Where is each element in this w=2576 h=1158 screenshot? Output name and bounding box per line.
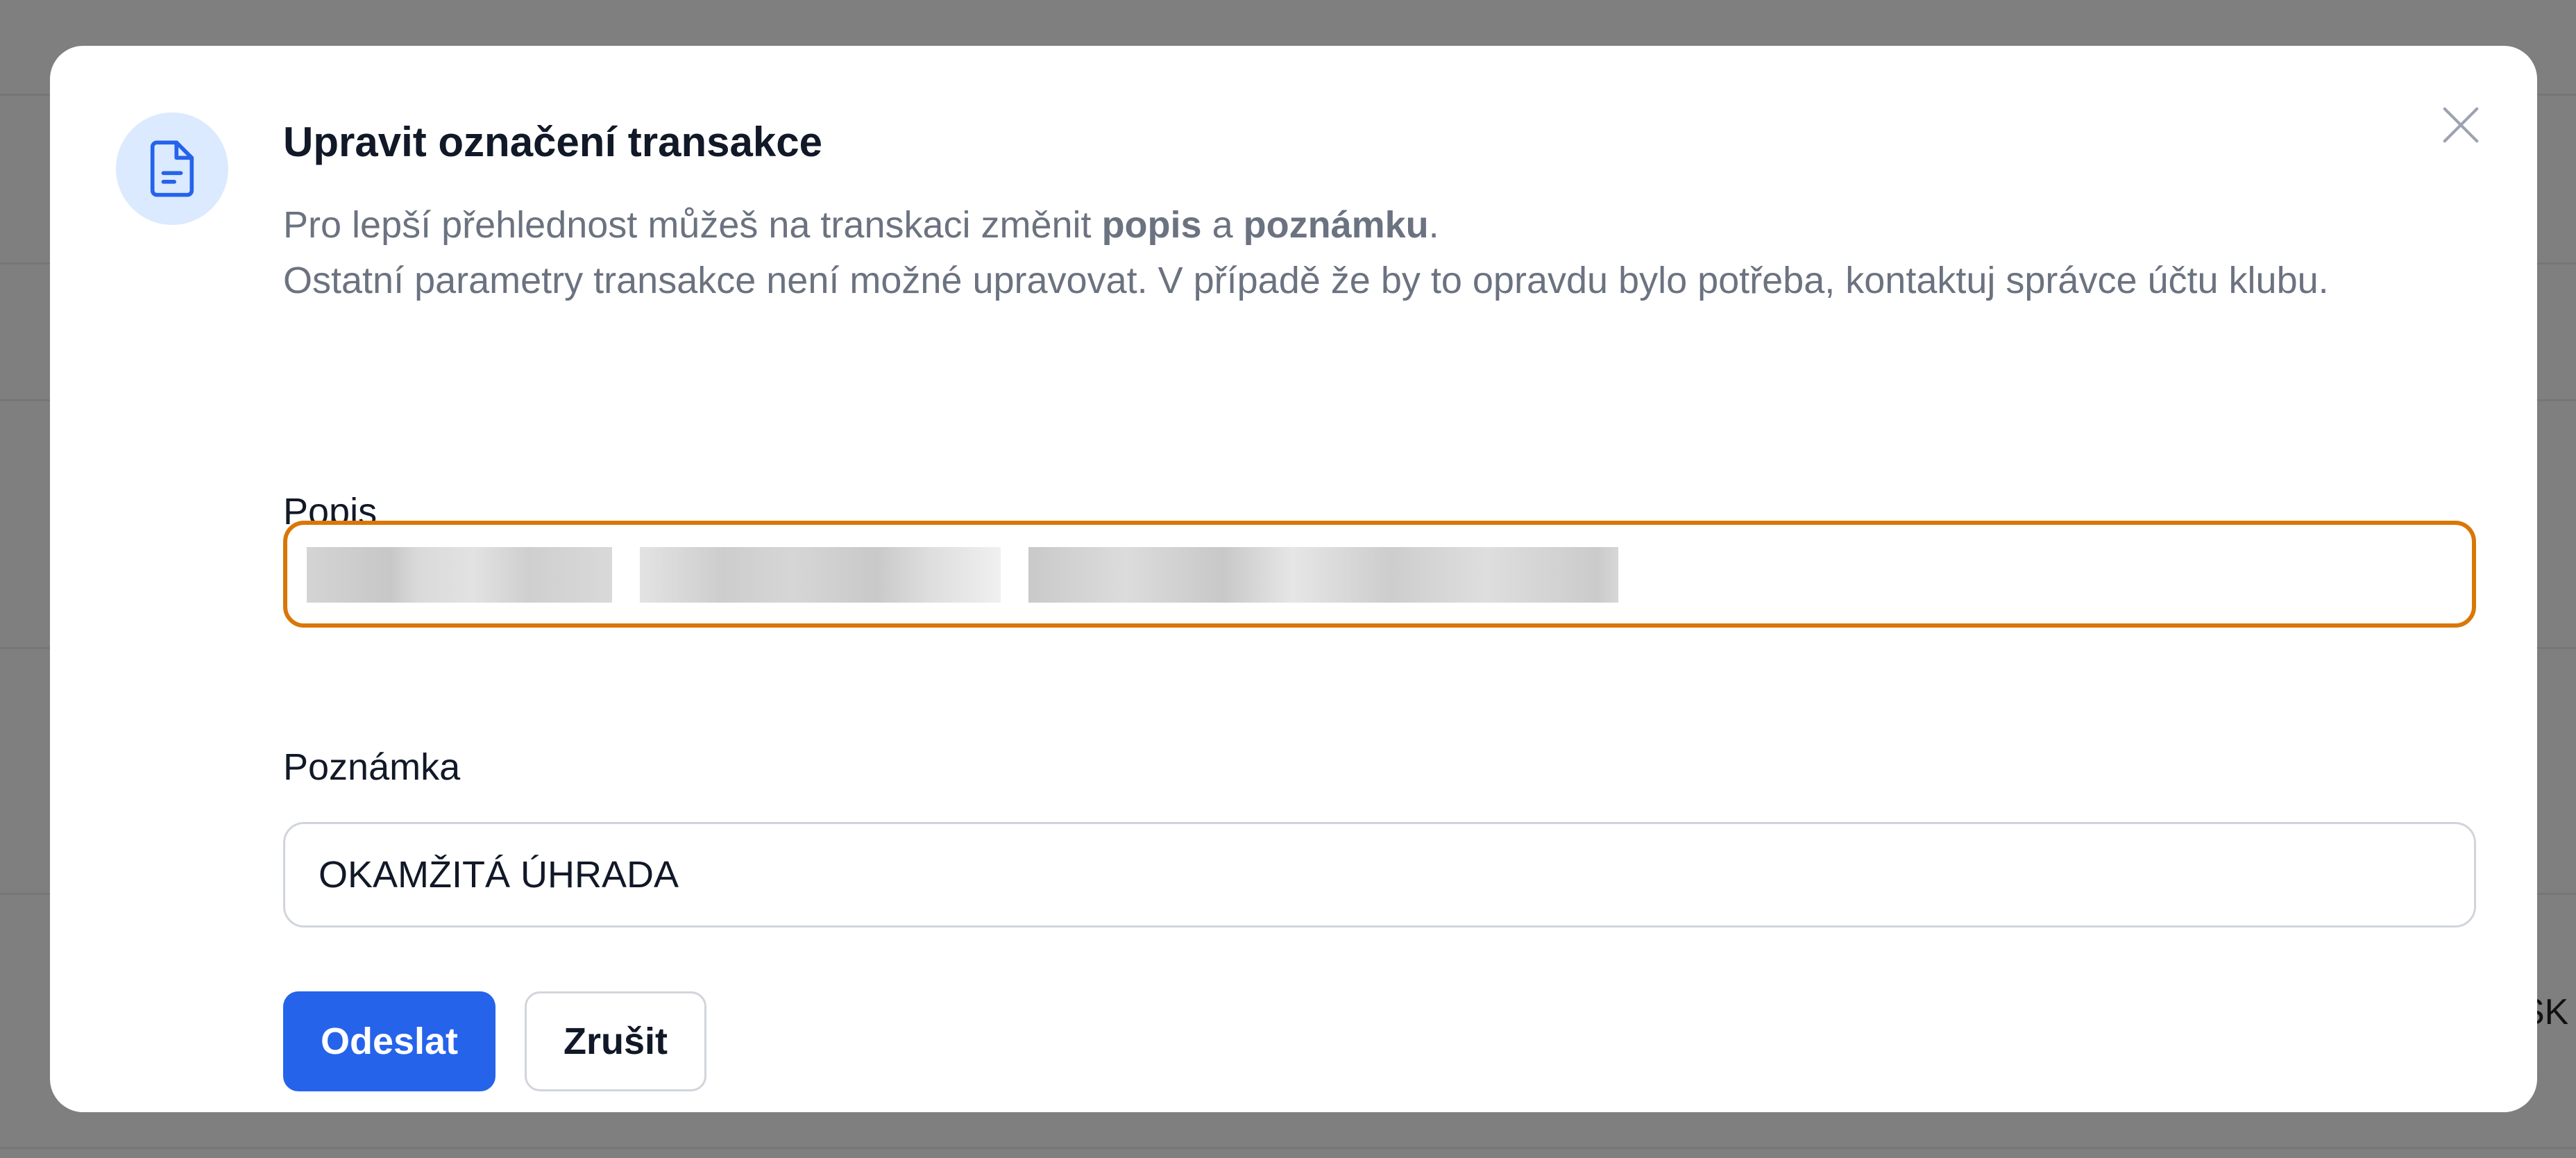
close-icon [2443, 107, 2479, 143]
background-divider [0, 1147, 2576, 1149]
submit-button[interactable]: Odeslat [283, 991, 495, 1091]
dialog-description: Pro lepší přehlednost můžeš na transkaci… [283, 197, 2525, 308]
poznamka-value: OKAMŽITÁ ÚHRADA [319, 854, 679, 896]
redacted-value [307, 547, 1618, 603]
poznamka-label: Poznámka [283, 746, 461, 788]
popis-input[interactable] [283, 521, 2476, 628]
edit-transaction-dialog: Upravit označení transakce Pro lepší pře… [50, 46, 2537, 1112]
cancel-button[interactable]: Zrušit [525, 991, 706, 1091]
poznamka-input[interactable]: OKAMŽITÁ ÚHRADA [283, 822, 2476, 928]
description-line-1: Pro lepší přehlednost můžeš na transkaci… [283, 204, 1439, 246]
dialog-title: Upravit označení transakce [283, 119, 822, 165]
close-button[interactable] [2432, 96, 2490, 154]
document-icon [116, 112, 228, 225]
description-line-2: Ostatní parametry transakce není možné u… [283, 260, 2329, 301]
